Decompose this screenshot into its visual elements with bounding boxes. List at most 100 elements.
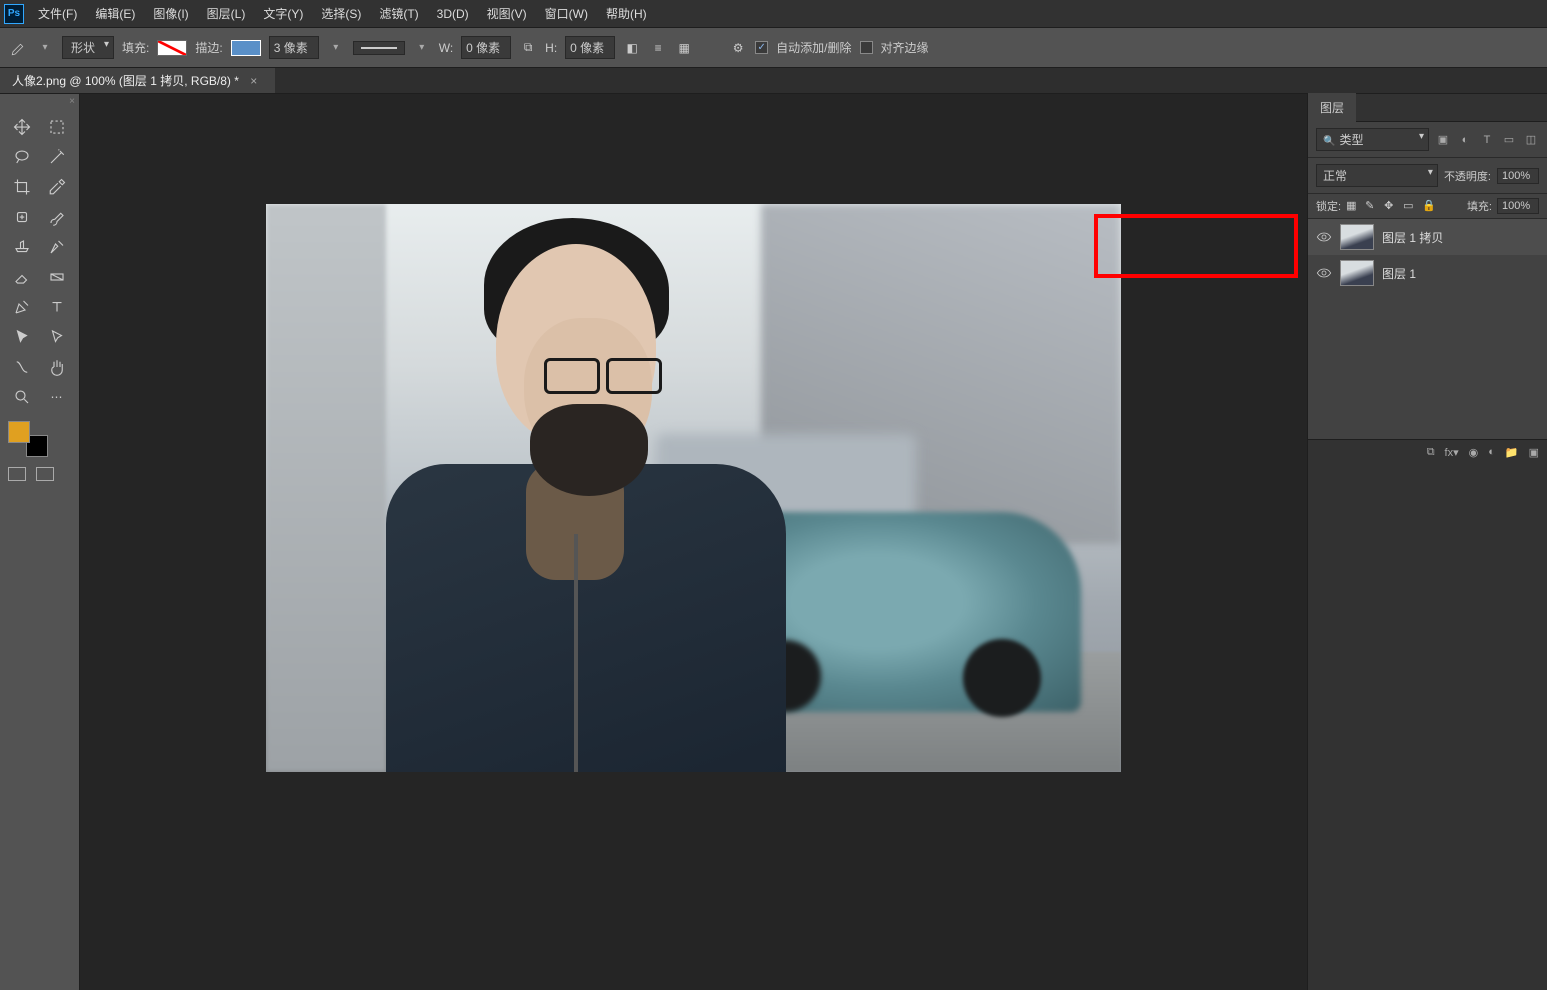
layer-row[interactable]: 图层 1 [1308, 255, 1547, 291]
layers-tab[interactable]: 图层 [1308, 93, 1356, 122]
rectangle-tool[interactable] [6, 353, 38, 381]
mask-icon[interactable]: ◉ [1469, 446, 1479, 459]
stroke-width-input[interactable]: 3 像素 [269, 36, 319, 59]
workspace: × ⋯ [0, 94, 1547, 990]
group-icon[interactable]: 📁 [1505, 446, 1519, 459]
path-combine-icon[interactable]: ◧ [623, 39, 641, 57]
toolbox: × ⋯ [0, 94, 80, 990]
layers-list: 图层 1 拷贝 图层 1 [1308, 219, 1547, 439]
menu-edit[interactable]: 编辑(E) [95, 5, 135, 22]
layers-panel-tabs: 图层 [1308, 94, 1547, 122]
chevron-down-icon[interactable]: ▾ [36, 39, 54, 57]
crop-tool[interactable] [6, 173, 38, 201]
chevron-down-icon[interactable]: ▾ [327, 39, 345, 57]
pen-tool[interactable] [6, 293, 38, 321]
fx-icon[interactable]: fx▾ [1445, 446, 1459, 459]
brush-tool[interactable] [41, 203, 73, 231]
history-brush-tool[interactable] [41, 233, 73, 261]
layer-row[interactable]: 图层 1 拷贝 [1308, 219, 1547, 255]
filter-type-icon[interactable]: T [1479, 132, 1495, 148]
align-edges-checkbox[interactable] [860, 41, 873, 54]
lasso-tool[interactable] [6, 143, 38, 171]
menu-view[interactable]: 视图(V) [487, 5, 527, 22]
collapse-icon[interactable]: × [69, 96, 75, 107]
lock-position-icon[interactable]: ✎ [1365, 199, 1379, 213]
path-selection-tool[interactable] [6, 323, 38, 351]
lock-artboard-icon[interactable]: ▭ [1403, 199, 1417, 213]
filter-shape-icon[interactable]: ▭ [1501, 132, 1517, 148]
quick-mask-icon[interactable] [8, 467, 26, 481]
layer-thumbnail[interactable] [1340, 260, 1374, 286]
clone-stamp-tool[interactable] [6, 233, 38, 261]
lock-all-icon[interactable]: 🔒 [1422, 199, 1436, 213]
screen-mode-icon[interactable] [36, 467, 54, 481]
menu-layer[interactable]: 图层(L) [207, 5, 246, 22]
visibility-icon[interactable] [1316, 267, 1332, 279]
layer-kind-filter[interactable]: 类型 [1316, 128, 1429, 151]
menu-help[interactable]: 帮助(H) [606, 5, 647, 22]
lock-move-icon[interactable]: ✥ [1384, 199, 1398, 213]
new-layer-icon[interactable]: ▣ [1529, 446, 1539, 459]
healing-brush-tool[interactable] [6, 203, 38, 231]
lock-label: 锁定: [1316, 198, 1341, 214]
layer-name[interactable]: 图层 1 [1382, 265, 1416, 282]
opacity-value[interactable]: 100% [1497, 168, 1539, 184]
rectangular-marquee-tool[interactable] [41, 113, 73, 141]
stroke-swatch[interactable] [231, 40, 261, 56]
gradient-tool[interactable] [41, 263, 73, 291]
width-label: W: [439, 41, 453, 55]
auto-add-checkbox[interactable] [755, 41, 768, 54]
type-tool[interactable] [41, 293, 73, 321]
move-tool[interactable] [6, 113, 38, 141]
pen-tool-icon [10, 39, 28, 57]
document-tab[interactable]: 人像2.png @ 100% (图层 1 拷贝, RGB/8) * × [0, 68, 275, 93]
magic-wand-tool[interactable] [41, 143, 73, 171]
height-label: H: [545, 41, 557, 55]
filter-smart-icon[interactable]: ◫ [1523, 132, 1539, 148]
link-icon[interactable]: ⧉ [519, 39, 537, 57]
menu-filter[interactable]: 滤镜(T) [379, 5, 418, 22]
filter-adjust-icon[interactable]: ◐ [1457, 132, 1473, 148]
layer-name[interactable]: 图层 1 拷贝 [1382, 229, 1443, 246]
menu-type[interactable]: 文字(Y) [263, 5, 303, 22]
hand-tool[interactable] [41, 353, 73, 381]
filter-image-icon[interactable]: ▣ [1435, 132, 1451, 148]
layer-thumbnail[interactable] [1340, 224, 1374, 250]
canvas-image [266, 204, 1121, 772]
shape-mode-dropdown[interactable]: 形状 [62, 36, 114, 59]
more-tools[interactable]: ⋯ [41, 383, 73, 411]
lock-row: 锁定: ▦ ✎ ✥ ▭ 🔒 填充: 100% [1308, 194, 1547, 219]
path-arrange-icon[interactable]: ▦ [675, 39, 693, 57]
menu-select[interactable]: 选择(S) [321, 5, 361, 22]
direct-selection-tool[interactable] [41, 323, 73, 351]
right-panels: 图层 类型 ▣ ◐ T ▭ ◫ 正常 不透明度: 100% 锁定: ▦ ✎ ✥ … [1307, 94, 1547, 990]
canvas-area[interactable] [80, 94, 1307, 990]
menu-window[interactable]: 窗口(W) [545, 5, 588, 22]
line-style-dropdown[interactable] [353, 41, 405, 55]
menu-image[interactable]: 图像(I) [153, 5, 188, 22]
adjustment-icon[interactable]: ◐ [1488, 446, 1495, 459]
height-input[interactable]: 0 像素 [565, 36, 615, 59]
fill-label: 填充: [1467, 198, 1492, 214]
gear-icon[interactable]: ⚙ [729, 39, 747, 57]
path-align-icon[interactable]: ≡ [649, 39, 667, 57]
width-input[interactable]: 0 像素 [461, 36, 511, 59]
color-swatches [0, 415, 79, 463]
visibility-icon[interactable] [1316, 231, 1332, 243]
chevron-down-icon[interactable]: ▾ [413, 39, 431, 57]
foreground-color[interactable] [8, 421, 30, 443]
fill-swatch[interactable] [157, 40, 187, 56]
zoom-tool[interactable] [6, 383, 38, 411]
stroke-label: 描边: [195, 39, 222, 56]
menu-file[interactable]: 文件(F) [38, 5, 77, 22]
eraser-tool[interactable] [6, 263, 38, 291]
blend-mode-dropdown[interactable]: 正常 [1316, 164, 1438, 187]
ps-logo-icon: Ps [4, 4, 24, 24]
fill-value[interactable]: 100% [1497, 198, 1539, 214]
eyedropper-tool[interactable] [41, 173, 73, 201]
link-layers-icon[interactable]: ⧉ [1427, 446, 1435, 459]
document-tab-bar: 人像2.png @ 100% (图层 1 拷贝, RGB/8) * × [0, 68, 1547, 94]
close-tab-icon[interactable]: × [250, 74, 257, 88]
menu-3d[interactable]: 3D(D) [437, 7, 469, 21]
lock-pixels-icon[interactable]: ▦ [1346, 199, 1360, 213]
